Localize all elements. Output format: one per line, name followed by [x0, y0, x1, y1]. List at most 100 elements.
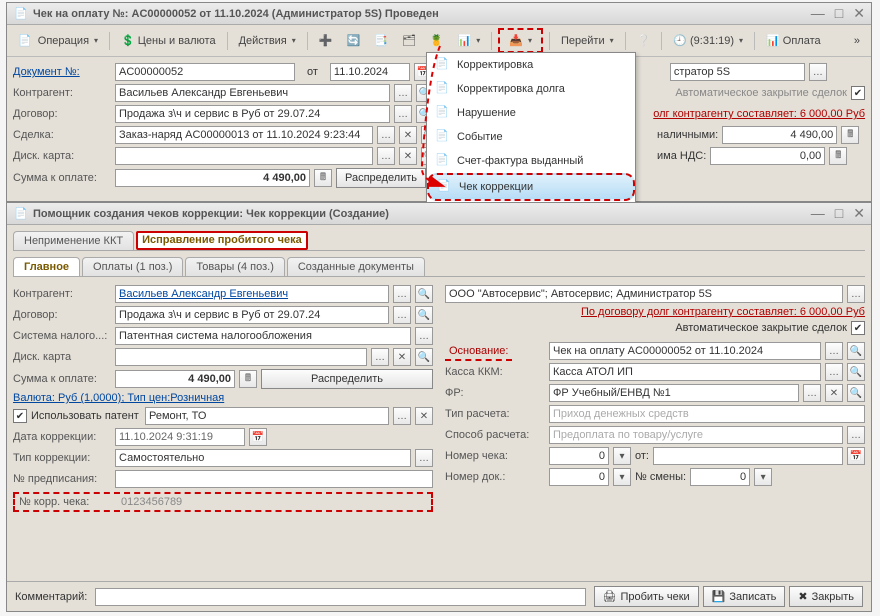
sum-input[interactable]: 4 490,00	[115, 370, 235, 388]
ellipsis-icon[interactable]: …	[377, 126, 395, 144]
calendar-icon[interactable]: 📅	[249, 428, 267, 446]
save-button[interactable]: 💾 Записать	[703, 586, 786, 607]
ellipsis-icon[interactable]: …	[803, 384, 821, 402]
date-input[interactable]: 11.10.2024	[330, 63, 410, 81]
close-button[interactable]: ✖ Закрыть	[789, 586, 863, 607]
open-icon[interactable]: 🔍	[415, 285, 433, 303]
ellipsis-icon[interactable]: …	[394, 84, 412, 102]
clear-icon[interactable]: ✕	[399, 147, 417, 165]
ellipsis-icon[interactable]: …	[393, 407, 411, 425]
open-icon[interactable]: 🔍	[415, 348, 433, 366]
deal-input[interactable]: Заказ-наряд AC00000013 от 11.10.2024 9:2…	[115, 126, 373, 144]
maximize-button[interactable]: □	[835, 205, 843, 222]
ellipsis-icon[interactable]: …	[371, 348, 389, 366]
tb-icon-4[interactable]: 🗂	[397, 32, 421, 49]
menu-item-correction-check[interactable]: 📄Чек коррекции	[427, 173, 635, 201]
checkdate-input[interactable]	[653, 447, 843, 465]
tab-goods[interactable]: Товары (4 поз.)	[185, 257, 284, 276]
distribute-button[interactable]: Распределить	[336, 168, 426, 188]
tb-icon-5[interactable]: 🍍	[425, 32, 449, 49]
minimize-button[interactable]: —	[811, 205, 825, 222]
patent-input[interactable]: Ремонт, ТО	[145, 407, 389, 425]
clear-icon[interactable]: ✕	[399, 126, 417, 144]
debt-link[interactable]: По договору долг контрагенту составляет:…	[581, 306, 865, 318]
calendar-icon[interactable]: 📅	[847, 447, 865, 465]
open-icon[interactable]: 🔍	[415, 306, 433, 324]
tab-fix-check[interactable]: Исправление пробитого чека	[136, 231, 308, 250]
calc-icon[interactable]: 🖩	[314, 169, 332, 187]
menu-item-correction[interactable]: 📄Корректировка	[427, 53, 635, 77]
docno-input[interactable]: AC00000052	[115, 63, 295, 81]
contr-input[interactable]: Васильев Александр Евгеньевич	[115, 285, 389, 303]
currency-link[interactable]: Валюта: Руб (1,0000); Тип цен:Розничная	[13, 392, 224, 404]
stepper-icon[interactable]: ▾	[754, 468, 772, 486]
close-button[interactable]: ✕	[853, 5, 865, 22]
menu-item-invoice[interactable]: 📄Счет-фактура выданный	[427, 149, 635, 173]
clear-icon[interactable]: ✕	[825, 384, 843, 402]
pay-button[interactable]: 📊Оплата	[761, 32, 826, 49]
admin-input[interactable]: стратор 5S	[670, 63, 805, 81]
open-icon[interactable]: 🔍	[847, 363, 865, 381]
nds-input[interactable]: 0,00	[710, 147, 825, 165]
tb-icon-3[interactable]: 📑	[369, 32, 393, 49]
calc-icon[interactable]: 🖩	[829, 147, 847, 165]
ellipsis-icon[interactable]: …	[393, 285, 411, 303]
clear-icon[interactable]: ✕	[415, 407, 433, 425]
menu-item-event[interactable]: 📄Событие	[427, 125, 635, 149]
menu-item-violation[interactable]: 📄Нарушение	[427, 101, 635, 125]
actions-button[interactable]: Действия	[234, 33, 301, 49]
stepper-icon[interactable]: ▾	[613, 447, 631, 465]
time-button[interactable]: 🕘(9:31:19)	[668, 32, 748, 49]
more-icon[interactable]: »	[849, 33, 865, 49]
card-input[interactable]	[115, 348, 367, 366]
go-button[interactable]: Перейти	[556, 33, 619, 49]
clear-icon[interactable]: ✕	[393, 348, 411, 366]
tab-payments[interactable]: Оплаты (1 поз.)	[82, 257, 183, 276]
tb-icon-1[interactable]: ➕	[314, 32, 338, 49]
order-input[interactable]	[115, 470, 433, 488]
card-input[interactable]	[115, 147, 373, 165]
docno-label[interactable]: Документ №:	[13, 66, 111, 78]
sum-input[interactable]: 4 490,00	[115, 169, 310, 187]
ellipsis-icon[interactable]: …	[415, 327, 433, 345]
ellipsis-icon[interactable]: …	[825, 363, 843, 381]
ellipsis-icon[interactable]: …	[377, 147, 395, 165]
calc-icon[interactable]: 🖩	[239, 370, 257, 388]
kkm-input[interactable]: Касса АТОЛ ИП	[549, 363, 821, 381]
dog-input[interactable]: Продажа з\ч и сервис в Руб от 29.07.24	[115, 306, 389, 324]
tb-icon-6[interactable]: 📊	[453, 32, 486, 49]
minimize-button[interactable]: —	[811, 5, 825, 22]
corr-type-input[interactable]: Самостоятельно	[115, 449, 411, 467]
ellipsis-icon[interactable]: …	[809, 63, 827, 81]
tab-main[interactable]: Главное	[13, 257, 80, 276]
fr-input[interactable]: ФР Учебный/ЕНВД №1	[549, 384, 799, 402]
tax-input[interactable]: Патентная система налогообложения	[115, 327, 411, 345]
stepper-icon[interactable]: ▾	[613, 468, 631, 486]
ellipsis-icon[interactable]: …	[393, 306, 411, 324]
ellipsis-icon[interactable]: …	[825, 342, 843, 360]
open-icon[interactable]: 🔍	[847, 384, 865, 402]
tab-created-docs[interactable]: Созданные документы	[287, 257, 425, 276]
checkno-input[interactable]: 0	[549, 447, 609, 465]
autoclose-checkbox[interactable]: ✔	[851, 321, 865, 335]
cash-input[interactable]: 4 490,00	[722, 126, 837, 144]
create-based-on-button[interactable]: 📥	[504, 32, 537, 49]
print-check-button[interactable]: 🖨 Пробить чеки	[594, 586, 699, 607]
debt-link[interactable]: олг контрагенту составляет: 6 000,00 Руб	[653, 108, 865, 120]
docno-input[interactable]: 0	[549, 468, 609, 486]
basis-input[interactable]: Чек на оплату AC00000052 от 11.10.2024	[549, 342, 821, 360]
operation-button[interactable]: 📄 Операция	[13, 32, 103, 49]
org-input[interactable]: ООО "Автосервис"; Автосервис; Администра…	[445, 285, 843, 303]
ellipsis-icon[interactable]: …	[847, 285, 865, 303]
prices-button[interactable]: 💲Цены и валюта	[116, 32, 221, 49]
open-icon[interactable]: 🔍	[847, 342, 865, 360]
calc-icon[interactable]: 🖩	[841, 126, 859, 144]
tab-no-kkt[interactable]: Неприменение ККТ	[13, 231, 134, 250]
ellipsis-icon[interactable]: …	[415, 449, 433, 467]
contr-input[interactable]: Васильев Александр Евгеньевич	[115, 84, 390, 102]
dog-input[interactable]: Продажа з\ч и сервис в Руб от 29.07.24	[115, 105, 390, 123]
menu-item-debt-correction[interactable]: 📄Корректировка долга	[427, 77, 635, 101]
tb-icon-2[interactable]: 🔄	[341, 32, 365, 49]
shift-input[interactable]: 0	[690, 468, 750, 486]
autoclose-checkbox[interactable]: ✔	[851, 86, 865, 100]
